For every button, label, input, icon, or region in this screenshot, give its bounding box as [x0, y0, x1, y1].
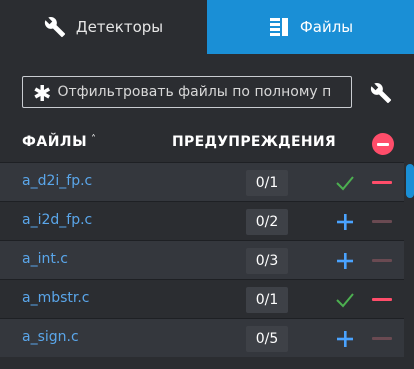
file-link[interactable]: a_int.c [22, 251, 68, 267]
filter-bar: ✱ Отфильтровать файлы по полному п [0, 54, 414, 124]
warnings-count-badge: 0/3 [246, 248, 288, 274]
plus-icon[interactable] [333, 210, 357, 234]
column-header-warnings[interactable]: ПРЕДУПРЕЖДЕНИЯ [172, 134, 336, 150]
scrollbar-thumb[interactable] [406, 164, 414, 198]
warnings-count-badge: 0/2 [246, 209, 288, 235]
check-icon[interactable] [333, 288, 357, 312]
files-icon [268, 16, 290, 38]
tab-files[interactable]: Файлы [207, 0, 414, 54]
wrench-icon [44, 16, 66, 38]
table-row[interactable]: a_i2d_fp.c 0/2 [0, 201, 404, 240]
warnings-count-badge: 0/5 [246, 326, 288, 352]
remove-file-button[interactable] [372, 220, 392, 223]
tab-detectors[interactable]: Детекторы [0, 0, 207, 54]
column-header-files[interactable]: ФАЙЛЫ [22, 134, 87, 150]
asterisk-icon: ✱ [33, 82, 52, 107]
file-link[interactable]: a_i2d_fp.c [22, 212, 92, 228]
remove-file-button[interactable] [372, 298, 392, 301]
remove-file-button[interactable] [372, 181, 392, 184]
wrench-icon[interactable] [370, 82, 392, 108]
check-icon[interactable] [333, 171, 357, 195]
filter-placeholder: Отфильтровать файлы по полному п [57, 84, 332, 100]
warnings-count-badge: 0/1 [246, 170, 288, 196]
tab-files-label: Файлы [299, 18, 354, 36]
plus-icon[interactable] [333, 327, 357, 351]
file-link[interactable]: a_d2i_fp.c [22, 173, 92, 189]
remove-all-button[interactable] [372, 133, 394, 155]
tab-bar: Детекторы Файлы [0, 0, 414, 54]
table-row[interactable]: a_int.c 0/3 [0, 240, 404, 279]
tab-detectors-label: Детекторы [75, 18, 164, 36]
table-header: ФАЙЛЫ ˄ ПРЕДУПРЕЖДЕНИЯ [0, 124, 414, 162]
file-link[interactable]: a_mbstr.c [22, 290, 90, 306]
table-row[interactable]: a_d2i_fp.c 0/1 [0, 162, 404, 201]
plus-icon[interactable] [333, 249, 357, 273]
sort-ascending-icon: ˄ [91, 134, 96, 145]
remove-file-button[interactable] [372, 337, 392, 340]
scrollbar[interactable] [404, 162, 414, 369]
table-row[interactable]: a_mbstr.c 0/1 [0, 279, 404, 318]
filter-input[interactable]: ✱ Отфильтровать файлы по полному п [22, 76, 352, 108]
warnings-count-badge: 0/1 [246, 287, 288, 313]
table-row[interactable]: a_sign.c 0/5 [0, 318, 404, 357]
file-link[interactable]: a_sign.c [22, 329, 79, 345]
remove-file-button[interactable] [372, 259, 392, 262]
